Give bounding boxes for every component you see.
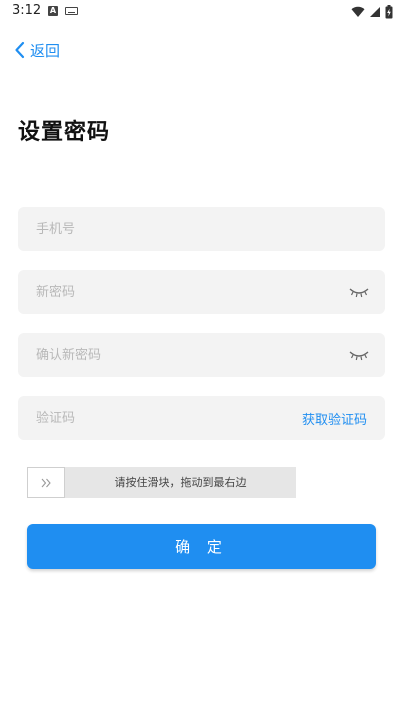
slide-verify: 请按住滑块，拖动到最右边	[27, 467, 296, 498]
new-password-field	[18, 270, 385, 314]
eye-closed-icon[interactable]	[349, 348, 369, 362]
get-code-button[interactable]: 获取验证码	[302, 409, 367, 428]
confirm-button[interactable]: 确 定	[27, 524, 376, 569]
keyboard-icon	[65, 7, 78, 15]
status-bar: 3:12 A	[0, 0, 403, 24]
code-field: 获取验证码	[18, 396, 385, 440]
back-label: 返回	[30, 41, 61, 60]
confirm-password-field	[18, 333, 385, 377]
notification-a-icon: A	[48, 6, 58, 16]
double-chevron-right-icon	[41, 478, 51, 487]
signal-icon	[370, 7, 380, 17]
status-time: 3:12	[12, 3, 42, 18]
wifi-icon	[351, 6, 365, 18]
slider-handle[interactable]	[27, 467, 65, 498]
status-icons	[351, 4, 393, 20]
page-title: 设置密码	[18, 120, 111, 145]
phone-input[interactable]	[18, 207, 385, 251]
back-button[interactable]: 返回	[14, 38, 60, 62]
battery-icon	[385, 5, 393, 19]
new-password-input[interactable]	[18, 270, 385, 314]
slider-hint: 请按住滑块，拖动到最右边	[114, 476, 247, 489]
chevron-left-icon	[15, 41, 25, 59]
phone-field	[18, 207, 385, 251]
eye-closed-icon[interactable]	[349, 285, 369, 299]
confirm-password-input[interactable]	[18, 333, 385, 377]
